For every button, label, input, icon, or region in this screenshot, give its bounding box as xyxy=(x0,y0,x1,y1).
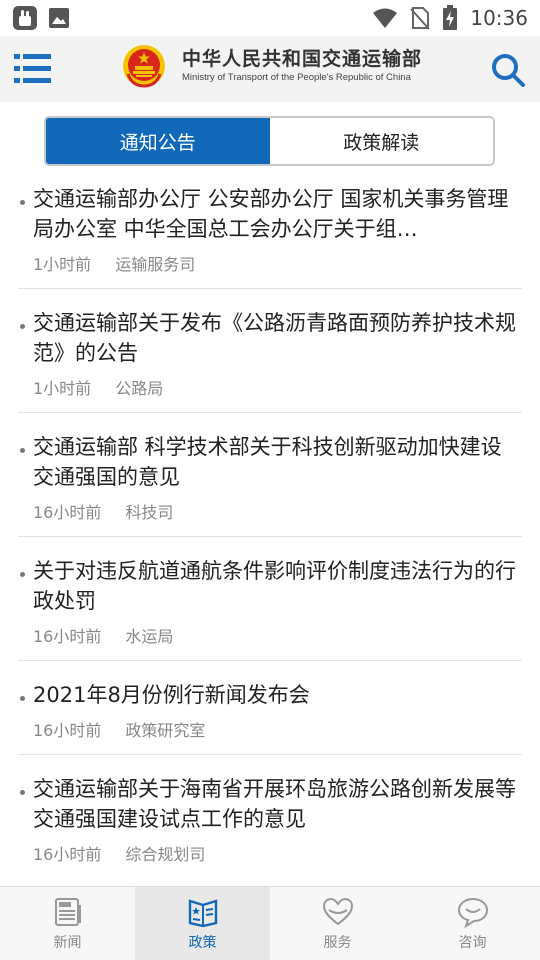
nav-news[interactable]: 新闻 xyxy=(0,887,135,960)
article-title: 2021年8月份例行新闻发布会 xyxy=(33,683,310,707)
list-item[interactable]: 关于对违反航道通航条件影响评价制度违法行为的行政处罚 16小时前 水运局 xyxy=(18,537,522,661)
no-sim-icon xyxy=(410,7,431,30)
nav-policy-label: 政策 xyxy=(188,934,217,951)
article-time: 1小时前 xyxy=(33,255,92,274)
article-title: 交通运输部关于海南省开展环岛旅游公路创新发展等交通强国建设试点工作的意见 xyxy=(33,777,516,831)
national-emblem-icon xyxy=(123,45,165,88)
article-list: 交通运输部办公厅 公安部办公厅 国家机关事务管理局办公室 中华全国总工会办公厅关… xyxy=(0,184,540,886)
nav-service[interactable]: 服务 xyxy=(270,887,405,960)
battery-charging-icon xyxy=(443,5,458,30)
nav-service-label: 服务 xyxy=(323,934,352,951)
list-item[interactable]: 交通运输部关于发布《公路沥青路面预防养护技术规范》的公告 1小时前 公路局 xyxy=(18,289,522,413)
wifi-icon xyxy=(373,8,398,28)
article-source: 科技司 xyxy=(125,503,174,522)
bullet-dot xyxy=(20,790,25,795)
tab-notices[interactable]: 通知公告 xyxy=(46,118,270,164)
bullet-dot xyxy=(20,696,25,701)
policy-book-icon xyxy=(188,898,217,927)
article-time: 16小时前 xyxy=(33,721,102,740)
article-source: 政策研究室 xyxy=(125,721,206,740)
article-time: 1小时前 xyxy=(33,379,92,398)
status-bar: 10:36 xyxy=(0,0,540,36)
search-icon xyxy=(492,54,525,87)
newspaper-icon xyxy=(54,897,81,926)
article-title: 关于对违反航道通航条件影响评价制度违法行为的行政处罚 xyxy=(33,559,516,613)
article-time: 16小时前 xyxy=(33,627,102,646)
category-tabs: 通知公告 政策解读 xyxy=(44,116,495,166)
clock: 10:36 xyxy=(470,6,528,30)
list-item[interactable]: 交通运输部办公厅 公安部办公厅 国家机关事务管理局办公室 中华全国总工会办公厅关… xyxy=(18,184,522,289)
app-header: 中华人民共和国交通运输部 Ministry of Transport of th… xyxy=(0,36,540,102)
menu-list-icon xyxy=(14,54,51,83)
article-source: 公路局 xyxy=(115,379,164,398)
bullet-dot xyxy=(20,572,25,577)
nav-consult-label: 咨询 xyxy=(458,934,487,951)
bullet-dot xyxy=(20,448,25,453)
article-time: 16小时前 xyxy=(33,503,102,522)
ministry-title-cn: 中华人民共和国交通运输部 xyxy=(182,48,423,70)
ministry-title-en: Ministry of Transport of the People's Re… xyxy=(182,72,411,83)
nav-policy[interactable]: 政策 xyxy=(135,887,270,960)
bullet-dot xyxy=(20,200,25,205)
article-title: 交通运输部办公厅 公安部办公厅 国家机关事务管理局办公室 中华全国总工会办公厅关… xyxy=(33,187,509,241)
gallery-icon xyxy=(49,8,69,28)
article-title: 交通运输部关于发布《公路沥青路面预防养护技术规范》的公告 xyxy=(33,311,516,365)
search-button[interactable] xyxy=(490,52,526,88)
article-title: 交通运输部 科学技术部关于科技创新驱动加快建设交通强国的意见 xyxy=(33,435,502,489)
list-item[interactable]: 交通运输部关于海南省开展环岛旅游公路创新发展等交通强国建设试点工作的意见 16小… xyxy=(18,755,522,878)
article-source: 综合规划司 xyxy=(125,845,206,864)
menu-button[interactable] xyxy=(14,52,52,86)
bullet-dot xyxy=(20,324,25,329)
article-time: 16小时前 xyxy=(33,845,102,864)
list-item[interactable]: 交通运输部 科学技术部关于科技创新驱动加快建设交通强国的意见 16小时前 科技司 xyxy=(18,413,522,537)
article-source: 运输服务司 xyxy=(115,255,196,274)
tab-policy-interpretation[interactable]: 政策解读 xyxy=(269,118,493,164)
notification-app-icon xyxy=(13,6,37,30)
bottom-nav: 新闻 政策 服务 咨询 xyxy=(0,886,540,960)
nav-consult[interactable]: 咨询 xyxy=(405,887,540,960)
nav-news-label: 新闻 xyxy=(53,934,82,951)
list-item[interactable]: 2021年8月份例行新闻发布会 16小时前 政策研究室 xyxy=(18,661,522,755)
article-source: 水运局 xyxy=(125,627,174,646)
heart-icon xyxy=(322,897,353,925)
brand: 中华人民共和国交通运输部 Ministry of Transport of th… xyxy=(122,44,422,88)
chat-bubble-icon xyxy=(457,897,488,928)
